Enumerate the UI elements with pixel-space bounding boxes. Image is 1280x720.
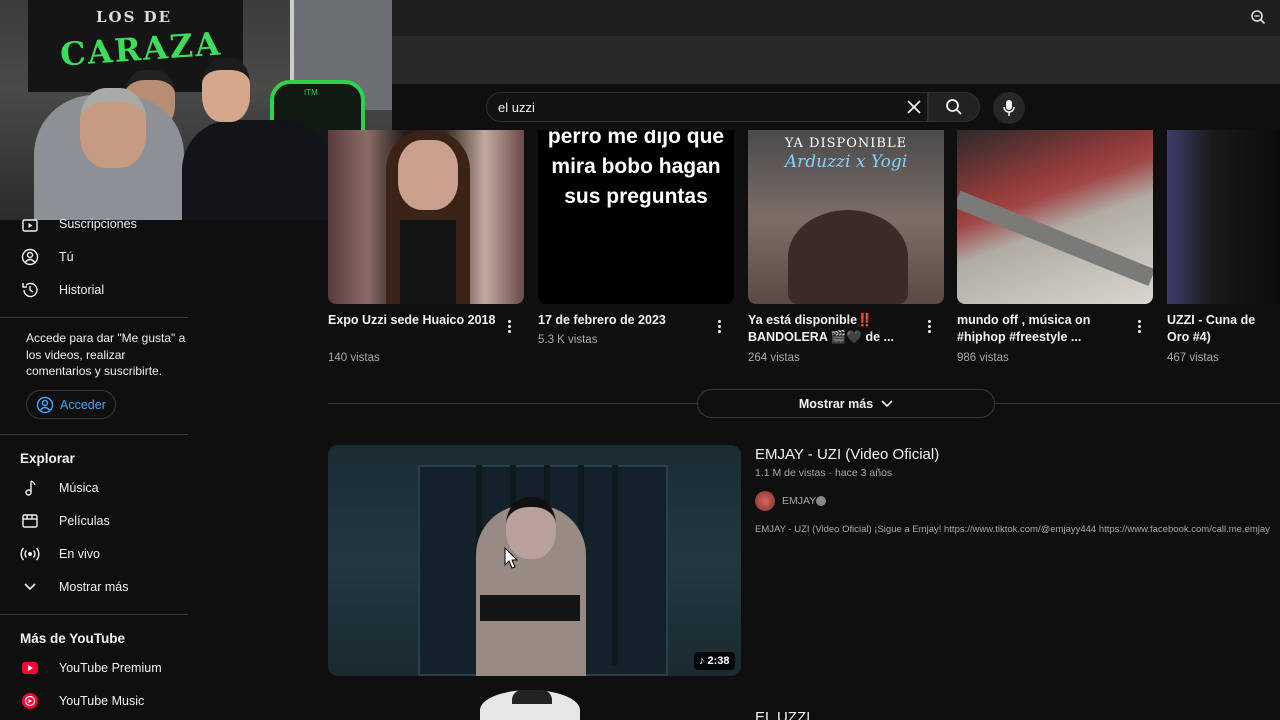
signin-button[interactable]: Acceder (26, 390, 116, 419)
video-metadata: 1.1 M de vistas · hace 3 años (755, 467, 893, 479)
more-options-icon[interactable] (923, 317, 935, 335)
video-title[interactable]: EMJAY - UZI (Video Oficial) (755, 446, 939, 463)
short-views: 986 vistas (957, 352, 1009, 364)
sidebar-item-label: Tú (59, 249, 74, 264)
sidebar-item-label: Películas (59, 513, 110, 528)
banner-line-2: CARAZA (58, 24, 224, 74)
show-more-label: Mostrar más (798, 396, 874, 411)
person-right-head (202, 58, 250, 122)
close-icon (907, 100, 921, 114)
sidebar-divider (0, 317, 188, 318)
short-thumbnail[interactable] (957, 130, 1153, 304)
banner-line-1: LOS DE (96, 8, 173, 26)
short-title[interactable]: mundo off , música on #hiphop #freestyle… (957, 312, 1125, 346)
short-title[interactable]: UZZI - Cuna de Oro #4) (1167, 312, 1280, 346)
search-input-container[interactable] (486, 92, 928, 122)
search-button[interactable] (928, 92, 980, 122)
microphone-icon (1003, 100, 1015, 116)
channel-name[interactable]: EMJAY (782, 495, 816, 507)
music-icon (20, 478, 40, 498)
show-more-button[interactable]: Mostrar más (697, 389, 995, 418)
chair-logo: ITM (304, 88, 318, 97)
person-left-head (80, 88, 146, 168)
signin-prompt: Accede para dar "Me gusta" a los videos,… (26, 331, 186, 378)
clear-search-button[interactable] (902, 95, 926, 119)
next-video-title[interactable]: EL UZZI (755, 709, 810, 720)
duration-text: 2:38 (707, 655, 730, 667)
short-title[interactable]: Expo Uzzi sede Huaico 2018 (328, 312, 496, 329)
sidebar-item-youtube-premium[interactable]: YouTube Premium (0, 651, 188, 684)
explore-heading: Explorar (20, 451, 75, 466)
account-icon (36, 396, 54, 413)
divider (995, 403, 1280, 404)
zoom-out-icon[interactable] (1250, 9, 1266, 25)
sidebar-item-label: Mostrar más (59, 579, 129, 594)
sidebar-item-movies[interactable]: Películas (0, 504, 188, 537)
thumbnail-art (400, 220, 456, 304)
history-icon (20, 280, 40, 300)
sidebar-item-you[interactable]: Tú (0, 240, 188, 273)
sidebar-item-subscriptions[interactable]: Suscripciones (0, 207, 188, 240)
video-thumbnail[interactable] (328, 445, 741, 676)
short-views: 467 vistas (1167, 352, 1219, 364)
next-video-thumbnail[interactable] (480, 690, 580, 720)
mouse-cursor-icon (504, 547, 518, 569)
sidebar: Suscripciones Tú Historial Accede para d… (0, 217, 188, 720)
sidebar-divider (0, 434, 188, 435)
short-title[interactable]: Ya está disponible‼️ BANDOLERA 🎬🖤 de ... (748, 312, 916, 346)
person-right (182, 120, 332, 220)
more-options-icon[interactable] (713, 317, 725, 335)
live-icon (20, 544, 40, 564)
thumbnail-art (398, 140, 458, 210)
short-thumbnail-text: Arduzzi x Yogi (784, 152, 908, 172)
short-views: 5.3 K vistas (538, 334, 598, 346)
sidebar-item-music[interactable]: Música (0, 471, 188, 504)
duration-badge: ♪ 2:38 (694, 652, 735, 670)
short-views: 264 vistas (748, 352, 800, 364)
short-thumbnail[interactable]: perro me dijo que mira bobo hagan sus pr… (538, 130, 734, 304)
divider (328, 403, 697, 404)
thumbnail-art (788, 210, 908, 304)
sidebar-item-label: En vivo (59, 546, 100, 561)
voice-search-button[interactable] (993, 92, 1025, 124)
sidebar-item-label: YouTube Premium (59, 660, 162, 675)
short-thumbnail[interactable] (1167, 130, 1280, 304)
thumbnail-art (957, 190, 1153, 287)
chevron-down-icon (20, 577, 40, 597)
short-thumbnail[interactable]: YA DISPONIBLE Arduzzi x Yogi (748, 130, 944, 304)
more-options-icon[interactable] (1133, 317, 1145, 335)
signin-button-label: Acceder (60, 397, 106, 412)
chevron-down-icon (881, 399, 893, 407)
short-thumbnail-text: perro me dijo que mira bobo hagan sus pr… (547, 130, 725, 208)
search-input[interactable] (498, 99, 878, 115)
subscriptions-icon (20, 214, 40, 234)
channel-avatar[interactable] (755, 491, 775, 511)
sidebar-item-youtube-music[interactable]: YouTube Music (0, 684, 188, 717)
browser-toolbar (392, 36, 1280, 84)
short-thumbnail-text: YA DISPONIBLE (784, 136, 908, 151)
sidebar-item-label: Suscripciones (59, 216, 137, 231)
sidebar-divider (0, 614, 188, 615)
video-description: EMJAY - UZI (Video Oficial) ¡Sigue a Emj… (755, 524, 1270, 535)
thumbnail-art (480, 595, 580, 621)
sidebar-item-history[interactable]: Historial (0, 273, 188, 306)
youtube-music-icon (20, 691, 40, 711)
sidebar-item-label: Historial (59, 282, 105, 297)
music-note-icon: ♪ (699, 655, 705, 667)
film-icon (20, 511, 40, 531)
more-from-youtube-heading: Más de YouTube (20, 631, 126, 646)
sidebar-item-show-more[interactable]: Mostrar más (0, 570, 188, 603)
youtube-premium-icon (20, 658, 40, 678)
sidebar-item-live[interactable]: En vivo (0, 537, 188, 570)
user-icon (20, 247, 40, 267)
search-icon (946, 99, 962, 115)
more-options-icon[interactable] (503, 317, 515, 335)
short-views: 140 vistas (328, 352, 380, 364)
short-thumbnail[interactable] (328, 130, 524, 304)
sidebar-item-label: Música (59, 480, 99, 495)
short-title[interactable]: 17 de febrero de 2023 (538, 312, 706, 329)
sidebar-item-label: YouTube Music (59, 693, 145, 708)
verified-icon (816, 496, 826, 506)
